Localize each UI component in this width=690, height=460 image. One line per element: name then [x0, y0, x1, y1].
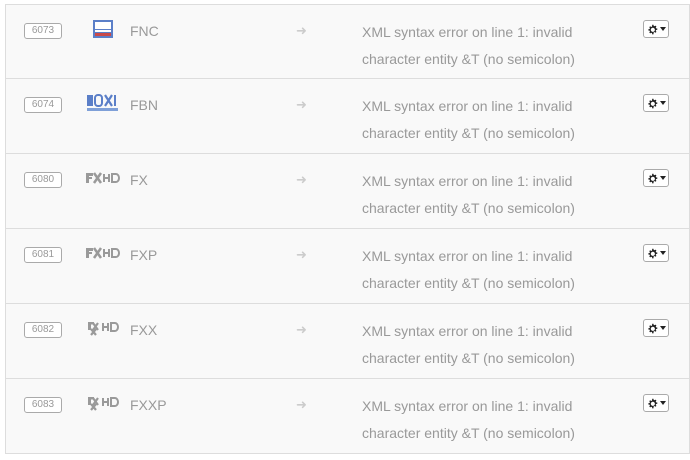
- error-message: XML syntax error on line 1: invalid char…: [362, 98, 575, 141]
- channel-logo: [84, 18, 122, 40]
- gear-icon: [647, 173, 657, 183]
- right-arrow-icon: ➜: [296, 247, 307, 262]
- channel-name: FXP: [130, 247, 158, 263]
- right-arrow-icon: ➜: [296, 172, 307, 187]
- fx-hd-logo: [86, 247, 120, 259]
- right-arrow-icon: ➜: [296, 97, 307, 112]
- settings-dropdown-button[interactable]: [643, 20, 669, 38]
- channel-logo: [84, 92, 122, 114]
- channel-list: 6073 FNC ➜ XML syntax error on line 1: i…: [5, 4, 690, 454]
- fxx-hd-logo: [88, 397, 119, 411]
- error-message: XML syntax error on line 1: invalid char…: [362, 24, 575, 67]
- channel-number-badge: 6081: [24, 247, 62, 263]
- gear-icon: [647, 98, 657, 108]
- caret-down-icon: [659, 326, 666, 330]
- channel-name: FNC: [130, 23, 159, 39]
- settings-dropdown-button[interactable]: [643, 244, 669, 262]
- error-message: XML syntax error on line 1: invalid char…: [362, 323, 575, 366]
- channel-logo: [84, 317, 122, 339]
- caret-down-icon: [659, 176, 666, 180]
- fxx-hd-logo: [88, 322, 119, 336]
- channel-logo: [84, 242, 122, 264]
- settings-dropdown-button[interactable]: [643, 94, 669, 112]
- list-item: 6073 FNC ➜ XML syntax error on line 1: i…: [6, 4, 689, 79]
- gear-icon: [647, 248, 657, 258]
- error-message: XML syntax error on line 1: invalid char…: [362, 248, 575, 291]
- channel-name: FBN: [130, 97, 158, 113]
- list-item: 6080 FX ➜ XML syntax error on line 1: in…: [6, 154, 689, 229]
- caret-down-icon: [659, 101, 666, 105]
- right-arrow-icon: ➜: [296, 322, 307, 337]
- settings-dropdown-button[interactable]: [643, 319, 669, 337]
- list-item: 6074 FBN ➜ XML syntax error on line 1: i…: [6, 79, 689, 154]
- caret-down-icon: [659, 251, 666, 255]
- channel-name: FXX: [130, 322, 158, 338]
- channel-number-badge: 6073: [24, 23, 62, 39]
- settings-dropdown-button[interactable]: [643, 394, 669, 412]
- fx-hd-logo: [86, 172, 120, 184]
- channel-number-badge: 6082: [24, 322, 62, 338]
- settings-dropdown-button[interactable]: [643, 169, 669, 187]
- caret-down-icon: [659, 401, 666, 405]
- error-message: XML syntax error on line 1: invalid char…: [362, 173, 575, 216]
- channel-logo: [84, 167, 122, 189]
- right-arrow-icon: ➜: [296, 23, 307, 38]
- channel-name: FXXP: [130, 397, 167, 413]
- list-item: 6082 FXX ➜ XML syntax error on line 1: i…: [6, 304, 689, 379]
- channel-number-badge: 6080: [24, 172, 62, 188]
- right-arrow-icon: ➜: [296, 397, 307, 412]
- channel-number-badge: 6074: [24, 97, 62, 113]
- list-item: 6081 FXP ➜ XML syntax error on line 1: i…: [6, 229, 689, 304]
- gear-icon: [647, 323, 657, 333]
- gear-icon: [647, 24, 657, 34]
- channel-logo: [84, 392, 122, 414]
- list-item: 6083 FXXP ➜ XML syntax error on line 1: …: [6, 379, 689, 454]
- caret-down-icon: [659, 27, 666, 31]
- error-message: XML syntax error on line 1: invalid char…: [362, 398, 575, 441]
- fox-news-logo: [93, 20, 113, 38]
- gear-icon: [647, 398, 657, 408]
- channel-number-badge: 6083: [24, 397, 62, 413]
- fox-business-logo: [87, 94, 118, 111]
- channel-name: FX: [130, 172, 148, 188]
